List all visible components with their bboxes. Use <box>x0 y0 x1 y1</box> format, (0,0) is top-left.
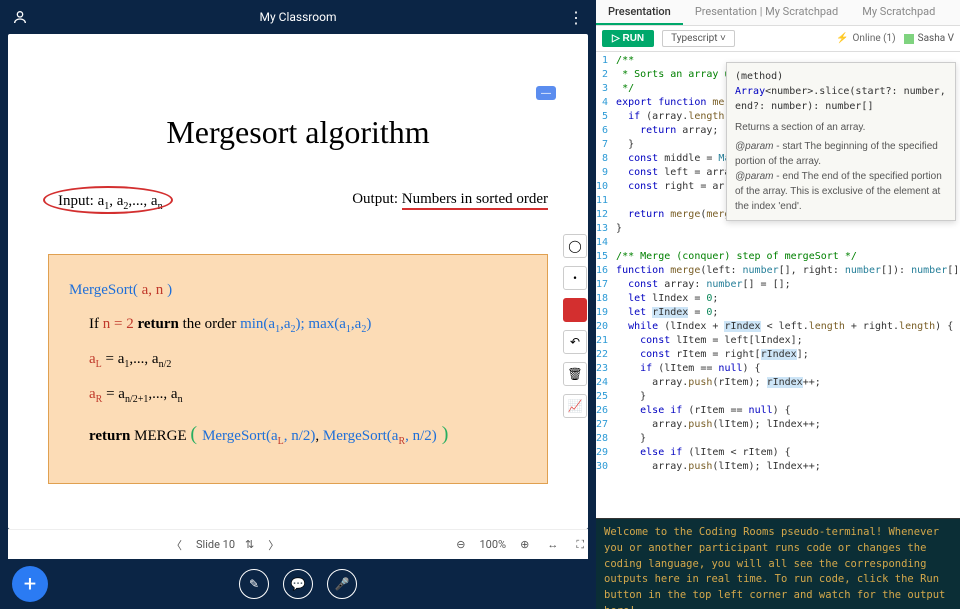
tooltip-param-start: @param - start The beginning of the spec… <box>735 139 947 169</box>
algorithm-box: MergeSort( a, n ) If n = 2 return the or… <box>48 254 548 484</box>
fullscreen[interactable]: ⛶ <box>572 536 588 554</box>
algo-line-3: aL = a1,..., an/2 <box>69 344 527 375</box>
io-row: Input: a1, a2,..., an Output: Numbers in… <box>48 191 548 214</box>
collapse-button[interactable]: — <box>536 86 556 100</box>
color-picker[interactable] <box>563 298 587 322</box>
output-label: Output: Numbers in sorted order <box>352 191 548 214</box>
prev-slide[interactable]: 〈 <box>167 535 186 555</box>
whiteboard-tools: ◯ • ↶ 🗑 📈 <box>560 234 590 418</box>
pointer-tool[interactable]: • <box>563 266 587 290</box>
run-bar: ▷ RUN Typescript ˅ ⚡ Online (1) Sasha V <box>596 26 960 52</box>
mic-tool[interactable]: 🎤 <box>327 569 357 599</box>
delete-tool[interactable]: 🗑 <box>563 362 587 386</box>
tooltip-param-end: @param - end The end of the specified po… <box>735 169 947 214</box>
algo-line-5: return MERGE ( MergeSort(aL, n/2), Merge… <box>69 414 527 454</box>
chart-tool[interactable]: 📈 <box>563 394 587 418</box>
slide-nav-bar: 〈 Slide 10 ⇅ 〉 ⊖ 100% ⊕ ↔ ⛶ <box>8 529 588 559</box>
tooltip-signature: (method) Array<number>.slice(start?: num… <box>735 69 947 114</box>
undo-tool[interactable]: ↶ <box>563 330 587 354</box>
classroom-title: My Classroom <box>28 10 568 24</box>
editor-tabs: Presentation Presentation | My Scratchpa… <box>596 0 960 26</box>
next-slide[interactable]: 〉 <box>264 535 283 555</box>
slide-stepper[interactable]: ⇅ <box>245 538 254 551</box>
zoom-level: 100% <box>479 538 506 551</box>
slide-area: — Mergesort algorithm Input: a1, a2,...,… <box>8 34 588 529</box>
online-indicator: ⚡ Online (1) <box>836 33 896 44</box>
tooltip-desc: Returns a section of an array. <box>735 120 947 135</box>
language-select[interactable]: Typescript ˅ <box>662 30 735 47</box>
tab-presentation-scratchpad[interactable]: Presentation | My Scratchpad <box>683 0 850 25</box>
bottom-toolbar: + ✎ 💬 🎤 <box>0 559 596 609</box>
fit-width[interactable]: ↔ <box>543 536 562 553</box>
left-header: My Classroom ⋮ <box>0 0 596 34</box>
code-panel: Presentation Presentation | My Scratchpa… <box>596 0 960 609</box>
presentation-panel: My Classroom ⋮ — Mergesort algorithm Inp… <box>0 0 596 609</box>
user-chip: Sasha V <box>904 33 954 44</box>
zoom-in[interactable]: ⊕ <box>516 536 533 553</box>
algo-line-2: If n = 2 return the order min(a1,a2); ma… <box>69 309 527 340</box>
add-fab[interactable]: + <box>12 566 48 602</box>
line-gutter: 1234567891011121314151617181920212223242… <box>596 52 612 476</box>
tab-scratchpad[interactable]: My Scratchpad <box>850 0 947 25</box>
algo-line-4: aR = an/2+1,..., an <box>69 379 527 410</box>
terminal[interactable]: Welcome to the Coding Rooms pseudo-termi… <box>596 519 960 609</box>
slide-title: Mergesort algorithm <box>48 114 548 151</box>
code-editor[interactable]: 1234567891011121314151617181920212223242… <box>596 52 960 519</box>
run-button[interactable]: ▷ RUN <box>602 30 654 47</box>
slide-indicator: Slide 10 <box>196 538 235 551</box>
algo-line-1: MergeSort( a, n ) <box>69 275 527 305</box>
intellisense-tooltip: (method) Array<number>.slice(start?: num… <box>726 62 956 221</box>
chat-tool[interactable]: 💬 <box>283 569 313 599</box>
tab-presentation[interactable]: Presentation <box>596 0 683 25</box>
zoom-out[interactable]: ⊖ <box>452 536 469 553</box>
pen-tool[interactable]: ✎ <box>239 569 269 599</box>
more-icon[interactable]: ⋮ <box>568 8 584 27</box>
input-label: Input: a1, a2,..., an <box>48 191 173 214</box>
user-icon[interactable] <box>12 9 28 25</box>
shape-tool[interactable]: ◯ <box>563 234 587 258</box>
